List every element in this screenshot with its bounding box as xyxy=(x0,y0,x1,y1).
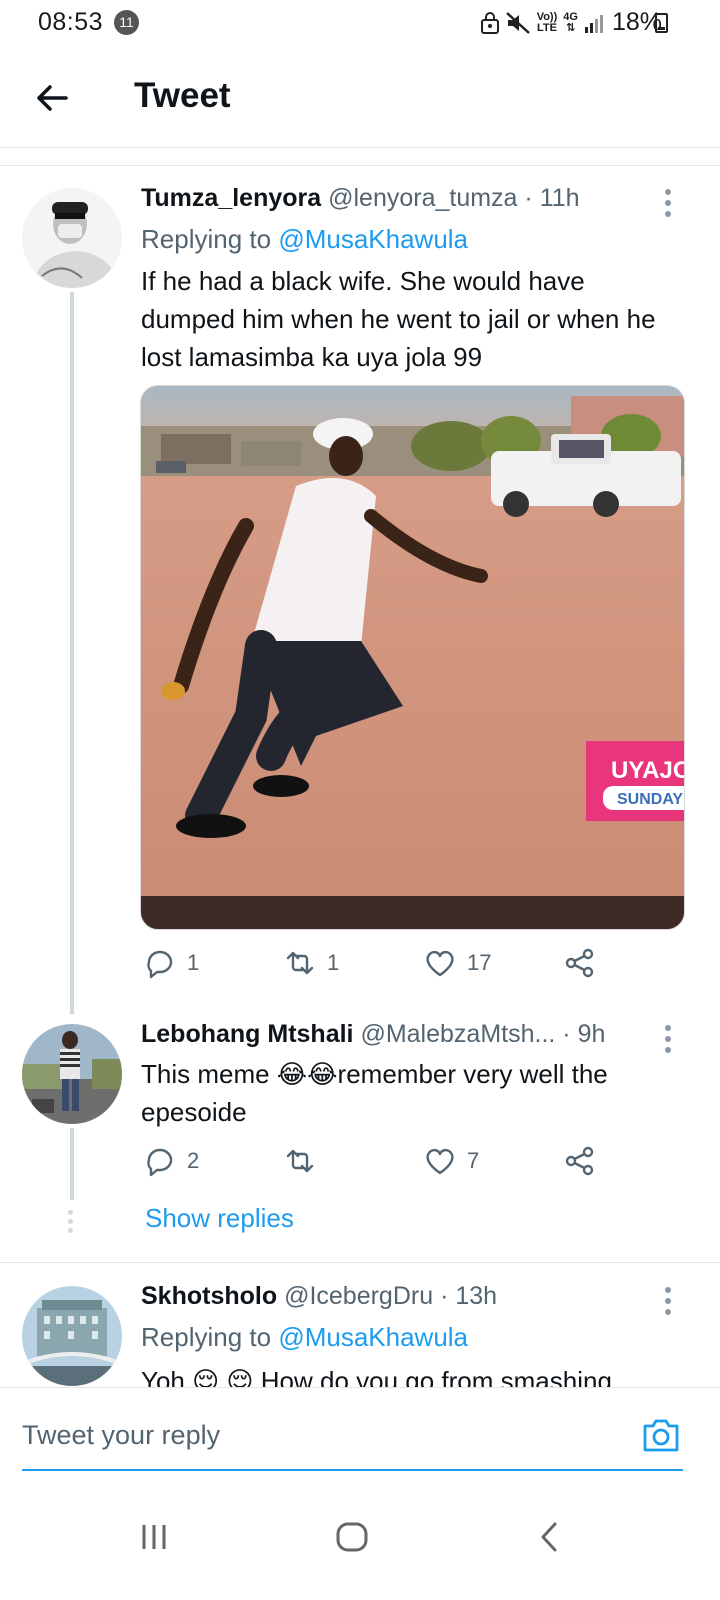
tweet-text: If he had a black wife. She would have d… xyxy=(141,266,656,372)
signal-icon xyxy=(584,14,603,33)
handle[interactable]: @IcebergDru xyxy=(284,1282,433,1310)
app-header: Tweet xyxy=(0,48,720,148)
like-button[interactable]: 7 xyxy=(423,1144,479,1178)
divider xyxy=(0,165,720,166)
replying-prefix: Replying to xyxy=(141,1322,272,1352)
avatar[interactable] xyxy=(22,1024,122,1124)
reply-bubble-icon xyxy=(147,950,173,979)
share-icon xyxy=(565,1146,594,1176)
media-overlay-line2: SUNDAY xyxy=(617,791,683,808)
network-4g-indicator: 4G ⇅ xyxy=(563,10,578,34)
mute-icon xyxy=(505,11,530,34)
tweet-header: Skhotsholo @IcebergDru · 13h xyxy=(141,1282,497,1311)
battery-icon xyxy=(655,13,668,33)
share-icon xyxy=(565,948,594,978)
thread-line xyxy=(70,1128,74,1200)
timestamp: · 9h xyxy=(562,1020,606,1048)
retweet-button[interactable]: 1 xyxy=(283,946,339,980)
tweet-text: This meme 😂😂remember very well the epeso… xyxy=(141,1059,608,1127)
reply-input[interactable]: Tweet your reply xyxy=(22,1420,220,1451)
media-overlay-line1: UYAJOL xyxy=(611,757,685,784)
camera-icon[interactable] xyxy=(640,1414,682,1456)
thread-line xyxy=(70,292,74,1014)
recent-apps-icon[interactable] xyxy=(124,1507,184,1567)
like-count: 17 xyxy=(467,950,492,975)
notification-badge: 11 xyxy=(114,10,139,35)
heart-icon xyxy=(426,950,454,977)
share-button[interactable] xyxy=(563,1144,597,1178)
retweet-icon xyxy=(286,1149,314,1173)
status-time: 08:53 xyxy=(38,8,104,36)
retweet-count: 1 xyxy=(327,950,340,975)
handle[interactable]: @lenyora_tumza xyxy=(328,184,517,212)
display-name[interactable]: Lebohang Mtshali xyxy=(141,1020,354,1048)
replying-to-handle[interactable]: @MusaKhawula xyxy=(278,1322,468,1352)
tweet-header: Lebohang Mtshali @MalebzaMtsh... · 9h xyxy=(141,1020,605,1049)
volte-indicator: Vo)) LTE xyxy=(536,11,558,34)
tweet-actions: 1 1 17 xyxy=(141,946,621,986)
like-button[interactable]: 17 xyxy=(423,946,491,980)
more-vertical-icon[interactable] xyxy=(656,1022,680,1056)
avatar[interactable] xyxy=(22,188,122,288)
tweet-actions: 2 7 xyxy=(141,1144,621,1184)
reply-button[interactable]: 1 xyxy=(143,946,199,980)
replying-to: Replying to @MusaKhawula xyxy=(141,224,468,255)
replying-to: Replying to @MusaKhawula xyxy=(141,1322,468,1353)
reply-composer: Tweet your reply xyxy=(0,1387,720,1487)
reply-count: 1 xyxy=(187,950,200,975)
replying-to-handle[interactable]: @MusaKhawula xyxy=(278,224,468,254)
status-icons: Vo)) LTE 4G ⇅ 18% xyxy=(480,8,662,37)
lock-icon xyxy=(480,11,499,34)
reply-bubble-icon xyxy=(147,1148,173,1177)
replying-prefix: Replying to xyxy=(141,224,272,254)
thread-dots xyxy=(68,1210,76,1237)
tweet-media-image[interactable]: UYAJOL SUNDAY xyxy=(140,385,685,930)
heart-icon xyxy=(426,1148,454,1175)
status-bar: 08:53 11 Vo)) LTE 4G ⇅ 18% xyxy=(0,0,720,48)
nav-back-icon[interactable] xyxy=(520,1507,580,1567)
tweet-header: Tumza_lenyora @lenyora_tumza · 11h xyxy=(141,184,580,213)
4g-label: 4G xyxy=(563,10,578,23)
timestamp: · 11h xyxy=(524,184,580,212)
home-icon[interactable] xyxy=(322,1507,382,1567)
lte-label: LTE xyxy=(536,21,557,34)
display-name[interactable]: Skhotsholo xyxy=(141,1282,277,1310)
page-title: Tweet xyxy=(134,76,231,115)
avatar[interactable] xyxy=(22,1286,122,1386)
share-button[interactable] xyxy=(563,946,597,980)
retweet-button[interactable] xyxy=(283,1144,327,1178)
show-replies-link[interactable]: Show replies xyxy=(145,1203,294,1234)
handle[interactable]: @MalebzaMtsh... xyxy=(360,1020,555,1048)
timestamp: · 13h xyxy=(440,1282,498,1310)
like-count: 7 xyxy=(467,1148,480,1173)
more-vertical-icon[interactable] xyxy=(656,1284,680,1318)
reply-input-underline xyxy=(22,1469,683,1471)
reply-count: 2 xyxy=(187,1148,200,1173)
arrow-left-icon[interactable] xyxy=(30,76,74,120)
display-name[interactable]: Tumza_lenyora xyxy=(141,184,321,212)
reply-button[interactable]: 2 xyxy=(143,1144,199,1178)
system-nav-bar xyxy=(0,1487,720,1600)
divider xyxy=(0,1262,720,1263)
more-vertical-icon[interactable] xyxy=(656,186,680,220)
retweet-icon xyxy=(286,951,314,975)
